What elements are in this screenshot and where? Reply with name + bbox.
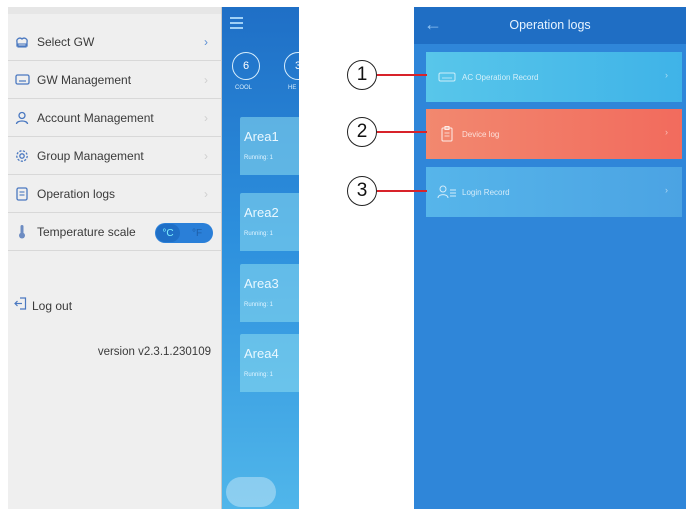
- area-name: Area2: [244, 205, 279, 220]
- mode-label-cool: COOL: [235, 85, 253, 91]
- document-icon: [14, 186, 30, 202]
- menu-item-gw-management[interactable]: GW Management ›: [8, 61, 222, 99]
- mode-label-heat: HE: [288, 85, 297, 91]
- logout-button[interactable]: Log out: [14, 297, 72, 315]
- menu-item-group-management[interactable]: Group Management ›: [8, 137, 222, 175]
- log-item-label: Device log: [462, 129, 500, 139]
- area-card[interactable]: Area1 Running: 1: [240, 117, 299, 175]
- chevron-right-icon: ›: [204, 73, 208, 87]
- user-list-icon: [437, 184, 457, 200]
- logout-label: Log out: [32, 299, 73, 313]
- callout-number: 1: [347, 60, 377, 90]
- hamburger-menu-icon[interactable]: [230, 17, 243, 32]
- chevron-right-icon: ›: [204, 35, 208, 49]
- fahrenheit-option[interactable]: °F: [192, 228, 202, 239]
- keyboard-icon: [14, 72, 30, 88]
- menu-item-label: Operation logs: [37, 186, 116, 201]
- area-card[interactable]: Area2 Running: 1: [240, 193, 299, 251]
- side-drawer: Select GW › GW Management › Account Mana…: [8, 7, 222, 509]
- menu-item-account-management[interactable]: Account Management ›: [8, 99, 222, 137]
- area-status: Running: 1: [244, 155, 274, 161]
- area-name: Area1: [244, 129, 279, 144]
- mode-count-cool[interactable]: 6: [232, 52, 260, 80]
- callout-line: [377, 74, 427, 76]
- version-text: version v2.3.1.230109: [97, 346, 211, 358]
- login-record-item[interactable]: Login Record ›: [426, 167, 682, 217]
- gateway-cloud-icon: [14, 34, 30, 50]
- area-card[interactable]: Area4 Running: 1: [240, 334, 299, 392]
- menu-item-label: Account Management: [37, 110, 154, 125]
- header-bar: ← Operation logs: [414, 7, 686, 44]
- chevron-right-icon: ›: [665, 127, 668, 137]
- page-title: Operation logs: [509, 18, 591, 32]
- log-item-label: AC Operation Record: [462, 72, 539, 82]
- menu-item-label: Group Management: [37, 148, 144, 163]
- area-name: Area3: [244, 276, 279, 291]
- chevron-right-icon: ›: [204, 111, 208, 125]
- menu-item-label: Select GW: [37, 34, 95, 49]
- area-status: Running: 1: [244, 231, 274, 237]
- celsius-option[interactable]: °C: [156, 224, 180, 242]
- mode-count-heat[interactable]: 3: [284, 52, 299, 80]
- operation-logs-screen: ← Operation logs AC Operation Record › D…: [414, 7, 686, 509]
- ac-operation-record-item[interactable]: AC Operation Record ›: [426, 52, 682, 102]
- callout-line: [377, 131, 427, 133]
- menu-item-temperature-scale: Temperature scale °C °F: [8, 213, 222, 251]
- callout-line: [377, 190, 427, 192]
- menu-item-label: Temperature scale: [37, 224, 136, 239]
- logout-icon: [14, 297, 27, 315]
- thermometer-icon: [14, 224, 30, 240]
- chevron-right-icon: ›: [204, 149, 208, 163]
- area-name: Area4: [244, 346, 279, 361]
- background-app-screen: 6 COOL 3 HE Area1 Running: 1 Area2 Runni…: [222, 7, 299, 509]
- callout-number: 2: [347, 117, 377, 147]
- device-log-item[interactable]: Device log ›: [426, 109, 682, 159]
- ac-unit-icon: [437, 69, 457, 85]
- log-item-label: Login Record: [462, 187, 510, 197]
- menu-item-select-gw[interactable]: Select GW ›: [8, 23, 222, 61]
- menu-item-operation-logs[interactable]: Operation logs ›: [8, 175, 222, 213]
- gear-icon: [14, 148, 30, 164]
- area-card[interactable]: Area3 Running: 1: [240, 264, 299, 322]
- area-status: Running: 1: [244, 372, 274, 378]
- temperature-scale-toggle[interactable]: °C °F: [155, 223, 213, 243]
- chevron-right-icon: ›: [204, 187, 208, 201]
- cloud-decoration: [226, 477, 276, 507]
- user-icon: [14, 110, 30, 126]
- chevron-right-icon: ›: [665, 70, 668, 80]
- chevron-right-icon: ›: [665, 185, 668, 195]
- menu-item-label: GW Management: [37, 72, 132, 87]
- drawer-top-strip: [8, 7, 222, 14]
- callout-number: 3: [347, 176, 377, 206]
- clipboard-icon: [437, 126, 457, 142]
- area-status: Running: 1: [244, 302, 274, 308]
